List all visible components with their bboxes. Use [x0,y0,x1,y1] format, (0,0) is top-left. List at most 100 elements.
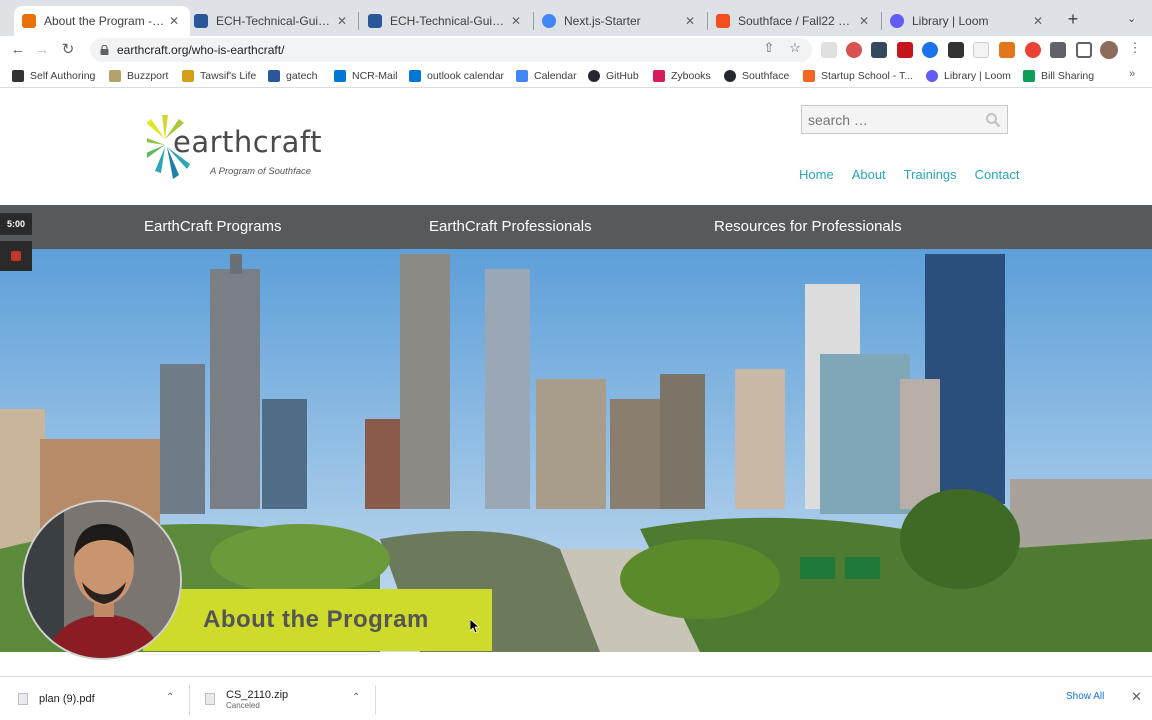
tab-search-chevron-icon[interactable]: ⌄ [1127,12,1136,25]
earthcraft-logo[interactable]: earthcraft A Program of Southface [147,107,347,187]
notion-icon[interactable] [948,42,964,58]
figma-favicon-icon [716,14,730,28]
download-filename: plan (9).pdf [39,693,95,705]
pdf-file-icon [18,693,28,705]
bookmark-loom[interactable]: Library | Loom [926,68,1011,84]
download-divider [189,685,190,715]
extension-pen-icon[interactable] [871,42,887,58]
recording-timer: 5:00 [0,213,32,235]
bookmark-self-authoring[interactable]: Self Authoring [12,68,95,84]
extension-red-icon[interactable] [897,42,913,58]
nav-earthcraft-professionals[interactable]: EarthCraft Professionals [429,218,592,235]
chrome-menu-icon[interactable]: ⋮ [1127,40,1143,56]
bookmark-label: Tawsif's Life [200,70,257,82]
close-tab-icon[interactable]: ✕ [166,14,182,28]
stop-recording-button[interactable] [0,241,32,271]
download-item-plan-pdf[interactable]: plan (9).pdf [18,685,95,713]
bookmark-label: Southface [742,70,790,82]
tab-title: ECH-Technical-Guidelines [216,14,334,28]
tab-nextjs-starter[interactable]: Next.js-Starter ✕ [534,6,706,36]
tab-title: Next.js-Starter [564,14,641,28]
new-tab-button[interactable]: + [1064,10,1082,28]
bookmark-label: Startup School - T... [821,70,914,82]
bookmark-label: Library | Loom [944,70,1011,82]
bookmark-label: Zybooks [671,70,711,82]
extensions-puzzle-icon[interactable] [1050,42,1066,58]
bookmark-calendar[interactable]: Calendar [516,68,577,84]
close-downloads-icon[interactable]: ✕ [1131,689,1142,705]
bookmark-label: outlook calendar [427,70,505,82]
bookmark-label: GitHub [606,70,639,82]
tab-figma[interactable]: Southface / Fall22 – Figma ✕ [708,6,880,36]
outlook-icon [334,70,346,82]
tab-strip: About the Program - Earth ✕ ECH-Technica… [0,0,1152,36]
close-tab-icon[interactable]: ✕ [856,14,872,28]
bookmark-ncr-mail[interactable]: NCR-Mail [334,68,398,84]
show-all-downloads-button[interactable]: Show All [1066,691,1104,702]
download-item-cs2110-zip[interactable]: CS_2110.zip Canceled [205,685,288,713]
extension-white-icon[interactable] [973,42,989,58]
logo-wordmark: earthcraft [173,125,322,159]
stop-icon [11,251,21,261]
webcam-bubble[interactable] [22,500,182,660]
chrome-favicon-icon [542,14,556,28]
tab-ech-guidelines-1[interactable]: ECH-Technical-Guidelines ✕ [186,6,358,36]
bookmark-outlook-calendar[interactable]: outlook calendar [409,68,504,84]
tab-about-the-program[interactable]: About the Program - Earth ✕ [14,6,190,36]
calendar-icon [516,70,528,82]
bookmark-gatech[interactable]: gatech [268,68,318,84]
bookmark-southface[interactable]: Southface [724,68,789,84]
loom-favicon-icon [890,14,904,28]
extension-k-icon[interactable] [821,42,837,58]
bookmark-buzzport[interactable]: Buzzport [109,68,168,84]
bookmark-star-icon[interactable]: ☆ [787,40,803,56]
nav-trainings-link[interactable]: Trainings [904,167,957,182]
download-options-chevron-icon[interactable]: ⌃ [352,692,360,703]
address-bar[interactable]: earthcraft.org/who-is-earthcraft/ [90,38,812,62]
loom-icon [926,70,938,82]
close-tab-icon[interactable]: ✕ [1030,14,1046,28]
search-icon[interactable] [985,112,1001,128]
close-tab-icon[interactable]: ✕ [508,14,524,28]
nav-about-link[interactable]: About [852,167,886,182]
buzzport-icon [109,70,121,82]
nav-contact-link[interactable]: Contact [975,167,1020,182]
lock-icon [100,45,109,55]
zip-file-icon [205,693,215,705]
bookmark-label: gatech [286,70,318,82]
tab-loom[interactable]: Library | Loom ✕ [882,6,1054,36]
search-input[interactable] [808,111,978,128]
bookmark-startup-school[interactable]: Startup School - T... [803,68,913,84]
tab-ech-guidelines-2[interactable]: ECH-Technical-Guidelines ✕ [360,6,532,36]
nav-earthcraft-programs[interactable]: EarthCraft Programs [144,218,282,235]
side-panel-icon[interactable] [1076,42,1092,58]
bookmarks-overflow-icon[interactable]: » [1129,68,1135,80]
extension-fire-icon[interactable] [1025,42,1041,58]
tab-title: Southface / Fall22 – Figma [738,14,856,28]
share-icon[interactable]: ⇧ [761,40,777,56]
word-favicon-icon [368,14,382,28]
close-tab-icon[interactable]: ✕ [682,14,698,28]
bookmark-bill-sharing[interactable]: Bill Sharing [1023,68,1094,84]
back-arrow-icon[interactable]: ← [8,40,28,60]
nav-home-link[interactable]: Home [799,167,834,182]
download-options-chevron-icon[interactable]: ⌃ [166,692,174,703]
download-filename: CS_2110.zip [226,688,289,701]
profile-avatar[interactable] [1100,41,1118,59]
download-status: Canceled [226,700,260,710]
sheets-icon [1023,70,1035,82]
bookmark-tawsifs-life[interactable]: Tawsif's Life [182,68,256,84]
reload-icon[interactable]: ↻ [58,40,78,60]
pen-icon [12,70,24,82]
downloads-bar: plan (9).pdf ⌃ CS_2110.zip Canceled ⌃ Sh… [0,676,1152,720]
metamask-icon[interactable] [999,42,1015,58]
forward-arrow-icon[interactable]: → [32,40,52,60]
mouse-cursor-icon [470,619,480,633]
extension-circle-icon[interactable] [846,42,862,58]
bookmark-zybooks[interactable]: Zybooks [653,68,711,84]
about-the-program-banner: About the Program [143,589,492,651]
nav-resources-for-professionals[interactable]: Resources for Professionals [714,218,902,235]
bookmark-github[interactable]: GitHub [588,68,639,84]
close-tab-icon[interactable]: ✕ [334,14,350,28]
extension-blue-icon[interactable] [922,42,938,58]
